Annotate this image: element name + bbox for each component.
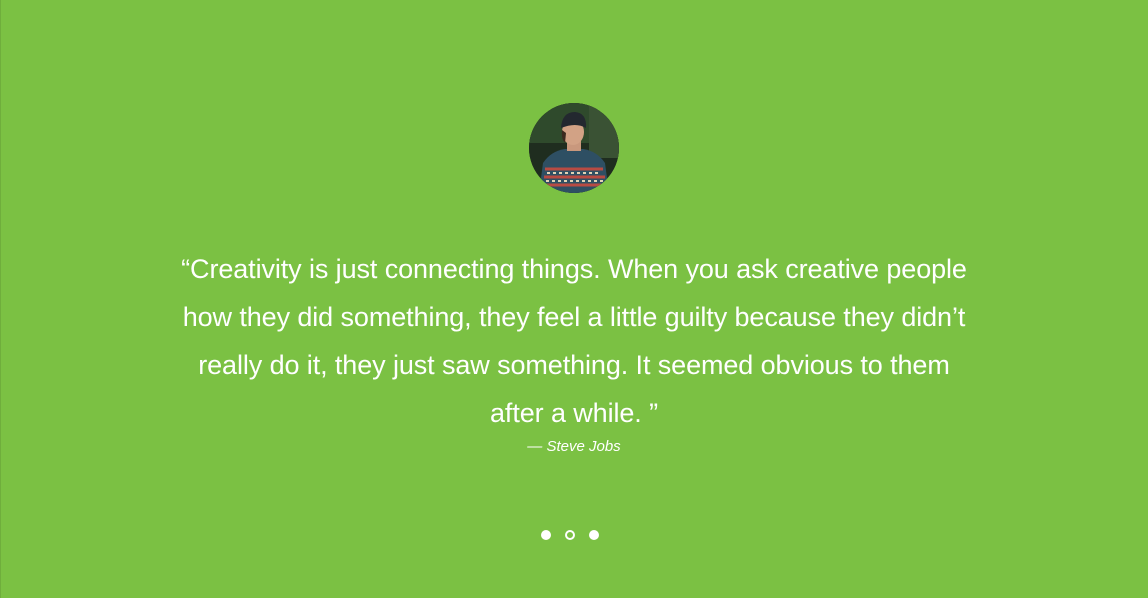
author-avatar <box>529 103 619 193</box>
pagination-dot-2-active[interactable] <box>565 530 575 540</box>
testimonial-slide: “Creativity is just connecting things. W… <box>0 0 1148 598</box>
pagination-dot-3[interactable] <box>589 530 599 540</box>
testimonial-author: — Steve Jobs <box>527 438 621 455</box>
slider-pagination <box>541 530 599 540</box>
testimonial-quote: “Creativity is just connecting things. W… <box>181 254 967 428</box>
avatar-portrait-image <box>529 103 619 193</box>
pagination-dot-1[interactable] <box>541 530 551 540</box>
